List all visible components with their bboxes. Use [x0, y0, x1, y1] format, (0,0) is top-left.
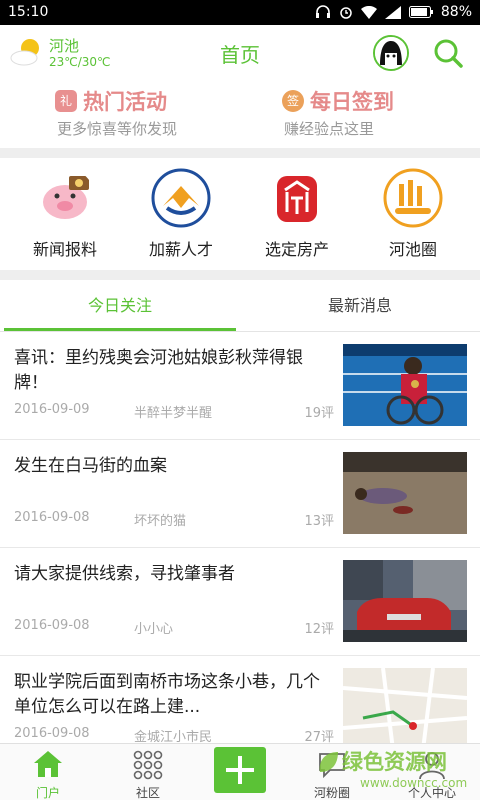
promo-title: 每日签到: [310, 90, 394, 114]
news-author: 坏坏的猫: [134, 514, 187, 529]
category-label: 选定房产: [264, 240, 329, 259]
weather-cloudy-sun-icon[interactable]: [10, 37, 44, 67]
nav-label: 社区: [135, 786, 160, 800]
category-hechi-circle[interactable]: 河池圈: [358, 158, 468, 268]
news-title: 请大家提供线索，寻找肇事者: [14, 564, 235, 584]
leaf-logo-icon: [319, 752, 338, 772]
weather-city: 河池: [49, 37, 80, 55]
category-label: 加薪人才: [148, 240, 213, 259]
weather-temperature: 23℃/30℃: [49, 55, 111, 69]
headset-icon: [315, 5, 330, 18]
gift-icon: 礼: [55, 90, 77, 112]
news-thumbnail: [343, 344, 467, 426]
news-date: 2016-09-09: [14, 402, 90, 417]
category-label: 新闻报料: [32, 240, 97, 259]
watermark-text: 绿色资源网: [342, 750, 447, 774]
grid-dots-icon: [133, 750, 163, 780]
hechi-circle-icon: [383, 168, 443, 228]
user-avatar[interactable]: [373, 35, 409, 71]
alarm-icon: [340, 7, 352, 19]
battery-percent: 88%: [440, 4, 472, 20]
news-title: 喜讯：里约残奥会河池姑娘彭秋萍得银牌！: [14, 348, 303, 393]
news-item[interactable]: 发生在白马街的血案 2016-09-08 坏坏的猫 13评: [0, 440, 480, 548]
watermark-url: www.downcc.com: [360, 776, 468, 790]
tab-today-focus[interactable]: 今日关注: [0, 280, 240, 332]
hot-activity-banner[interactable]: 礼 热门活动 更多惊喜等你发现: [55, 88, 215, 140]
news-comment-count: 12评: [304, 622, 334, 637]
news-title: 发生在白马街的血案: [14, 456, 167, 476]
home-icon: [34, 751, 62, 777]
category-label: 河池圈: [388, 240, 437, 259]
talent-logo-icon: [151, 168, 211, 228]
app-header: 河池 23℃/30℃ 首页: [0, 25, 480, 80]
news-item[interactable]: 请大家提供线索，寻找肇事者 2016-09-08 小小心 12评: [0, 548, 480, 656]
category-housing[interactable]: 选定房产: [242, 158, 352, 268]
section-divider: [0, 148, 480, 158]
status-icons: 88%: [315, 4, 472, 20]
promo-title: 热门活动: [83, 90, 167, 114]
news-date: 2016-09-08: [14, 618, 90, 633]
category-news-tips[interactable]: 新闻报料: [10, 158, 120, 268]
nav-portal[interactable]: 门户: [0, 744, 96, 800]
news-thumbnail: [343, 452, 467, 534]
house-seal-icon: [277, 176, 317, 222]
news-comment-count: 19评: [304, 406, 334, 421]
status-time: 15:10: [8, 4, 49, 20]
battery-icon: [408, 6, 433, 18]
avatar-image: [375, 37, 407, 69]
signal-icon: [384, 5, 401, 19]
category-grid: 新闻报料 加薪人才 选定房产 河池圈: [0, 158, 480, 268]
promo-banner: 礼 热门活动 更多惊喜等你发现 签 每日签到 赚经验点这里: [0, 80, 480, 150]
promo-subtitle: 更多惊喜等你发现: [57, 120, 178, 138]
promo-subtitle: 赚经验点这里: [284, 120, 375, 138]
checkin-icon: 签: [282, 90, 304, 112]
nav-label: 门户: [35, 786, 60, 800]
tab-latest-news[interactable]: 最新消息: [240, 280, 480, 332]
news-thumbnail: [343, 668, 467, 750]
news-comment-count: 13评: [304, 514, 334, 529]
category-jobs[interactable]: 加薪人才: [126, 158, 236, 268]
search-icon[interactable]: [432, 37, 464, 69]
post-plus-button[interactable]: [214, 747, 266, 793]
daily-checkin-banner[interactable]: 签 每日签到 赚经验点这里: [282, 88, 442, 140]
active-tab-indicator: [4, 328, 236, 331]
section-divider: [0, 270, 480, 280]
site-watermark: 绿色资源网 www.downcc.com: [316, 746, 476, 798]
news-date: 2016-09-08: [14, 726, 90, 741]
news-title: 职业学院后面到南桥市场这条小巷，几个单位怎么可以在路上建...: [14, 672, 320, 717]
status-bar: 15:10 88%: [0, 0, 480, 25]
wifi-icon: [360, 5, 377, 19]
pig-reporter-icon: [43, 176, 89, 219]
nav-community[interactable]: 社区: [100, 744, 196, 800]
plus-icon: [226, 756, 254, 784]
news-date: 2016-09-08: [14, 510, 90, 525]
news-author: 小小心: [134, 622, 174, 637]
news-thumbnail: [343, 560, 467, 642]
news-tabs: 今日关注 最新消息: [0, 280, 480, 332]
news-item[interactable]: 喜讯：里约残奥会河池姑娘彭秋萍得银牌！ 2016-09-09 半醉半梦半醒 19…: [0, 332, 480, 440]
news-author: 半醉半梦半醒: [134, 406, 213, 421]
